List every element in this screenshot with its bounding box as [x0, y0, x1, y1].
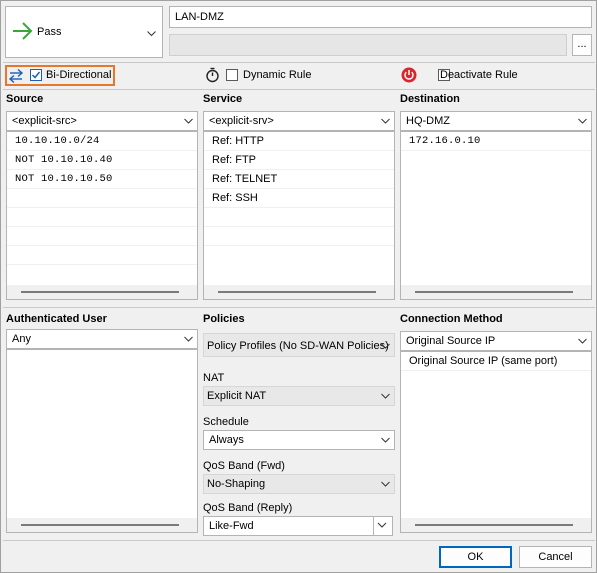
qos-fwd-label: QoS Band (Fwd): [203, 460, 285, 472]
stopwatch-icon: [205, 67, 220, 86]
divider: [3, 540, 595, 541]
nat-value: Explicit NAT: [207, 390, 267, 402]
qos-fwd-value: No-Shaping: [207, 478, 266, 490]
source-select[interactable]: <explicit-src>: [6, 111, 198, 131]
schedule-select[interactable]: Always: [203, 430, 395, 450]
list-item[interactable]: Ref: TELNET: [204, 170, 394, 189]
auth-user-title: Authenticated User: [6, 313, 107, 325]
list-item: [7, 189, 197, 208]
source-title: Source: [6, 93, 44, 105]
connection-method-selected: Original Source IP: [406, 335, 496, 347]
service-selected: <explicit-srv>: [209, 115, 274, 127]
connection-method-list[interactable]: Original Source IP (same port): [400, 351, 592, 533]
chevron-down-icon: [373, 517, 388, 535]
schedule-value: Always: [209, 434, 244, 446]
more-button[interactable]: ...: [572, 34, 592, 56]
chevron-down-icon: [184, 333, 193, 348]
policy-profiles-select[interactable]: Policy Profiles (No SD-WAN Policies): [203, 333, 395, 357]
list-item: [204, 227, 394, 246]
horizontal-scrollbar[interactable]: [204, 285, 394, 299]
policy-profiles-value: Policy Profiles (No SD-WAN Policies): [207, 340, 389, 352]
chevron-down-icon: [381, 478, 390, 493]
pass-arrow-icon: [12, 21, 34, 44]
bidirectional-checkbox[interactable]: [30, 69, 42, 82]
qos-reply-select[interactable]: Like-Fwd: [203, 516, 393, 536]
list-item[interactable]: Ref: SSH: [204, 189, 394, 208]
chevron-down-icon: [147, 28, 156, 40]
horizontal-scrollbar[interactable]: [7, 518, 197, 532]
auth-user-list[interactable]: [6, 349, 198, 533]
deactivate-rule-label: Deactivate Rule: [440, 69, 518, 81]
connection-method-title: Connection Method: [400, 313, 503, 325]
qos-reply-value: Like-Fwd: [209, 520, 254, 532]
power-icon: [401, 67, 417, 86]
auth-user-select[interactable]: Any: [6, 329, 198, 349]
chevron-down-icon: [381, 434, 390, 449]
bidirectional-label: Bi-Directional: [46, 69, 112, 81]
list-item[interactable]: 172.16.0.10: [401, 132, 591, 151]
divider: [3, 62, 595, 63]
horizontal-scrollbar[interactable]: [401, 285, 591, 299]
action-label: Pass: [37, 26, 62, 38]
dynamic-rule-label: Dynamic Rule: [243, 69, 312, 81]
chevron-down-icon: [381, 115, 390, 130]
policies-title: Policies: [203, 313, 245, 325]
auth-user-selected: Any: [12, 333, 31, 345]
list-item: [7, 227, 197, 246]
nat-label: NAT: [203, 372, 225, 384]
source-selected: <explicit-src>: [12, 115, 77, 127]
list-item[interactable]: 10.10.10.0/24: [7, 132, 197, 151]
qos-fwd-select[interactable]: No-Shaping: [203, 474, 395, 494]
chevron-down-icon: [578, 115, 587, 130]
list-item[interactable]: Ref: FTP: [204, 151, 394, 170]
divider: [3, 89, 595, 90]
connection-method-select[interactable]: Original Source IP: [400, 331, 592, 351]
nat-select[interactable]: Explicit NAT: [203, 386, 395, 406]
list-item[interactable]: NOT 10.10.10.50: [7, 170, 197, 189]
destination-title: Destination: [400, 93, 460, 105]
schedule-label: Schedule: [203, 416, 249, 428]
horizontal-scrollbar[interactable]: [401, 518, 591, 532]
source-list[interactable]: 10.10.10.0/24 NOT 10.10.10.40 NOT 10.10.…: [6, 131, 198, 300]
ok-button[interactable]: OK: [439, 546, 512, 568]
list-item[interactable]: NOT 10.10.10.40: [7, 151, 197, 170]
rule-editor-dialog: Pass LAN-DMZ ... Bi-Directional Dynamic …: [0, 0, 597, 573]
qos-reply-label: QoS Band (Reply): [203, 502, 293, 514]
list-item: [204, 208, 394, 227]
action-selector[interactable]: Pass: [5, 6, 163, 58]
destination-selected: HQ-DMZ: [406, 115, 450, 127]
rule-comment-field[interactable]: [169, 34, 567, 56]
list-item: [7, 246, 197, 265]
service-list[interactable]: Ref: HTTP Ref: FTP Ref: TELNET Ref: SSH: [203, 131, 395, 300]
list-item: [7, 208, 197, 227]
destination-select[interactable]: HQ-DMZ: [400, 111, 592, 131]
divider: [3, 307, 595, 308]
cancel-button[interactable]: Cancel: [519, 546, 592, 568]
horizontal-scrollbar[interactable]: [7, 285, 197, 299]
bidirectional-option[interactable]: Bi-Directional: [5, 65, 115, 86]
service-select[interactable]: <explicit-srv>: [203, 111, 395, 131]
chevron-down-icon: [184, 115, 193, 130]
dynamic-rule-checkbox[interactable]: [226, 69, 238, 82]
service-title: Service: [203, 93, 243, 105]
rule-name-field[interactable]: LAN-DMZ: [169, 6, 592, 28]
bidirectional-arrows-icon: [8, 68, 24, 87]
list-item[interactable]: Ref: HTTP: [204, 132, 394, 151]
destination-list[interactable]: 172.16.0.10: [400, 131, 592, 300]
list-item[interactable]: Original Source IP (same port): [401, 352, 591, 371]
chevron-down-icon: [381, 390, 390, 405]
chevron-down-icon: [578, 335, 587, 350]
chevron-down-icon: [381, 340, 390, 355]
